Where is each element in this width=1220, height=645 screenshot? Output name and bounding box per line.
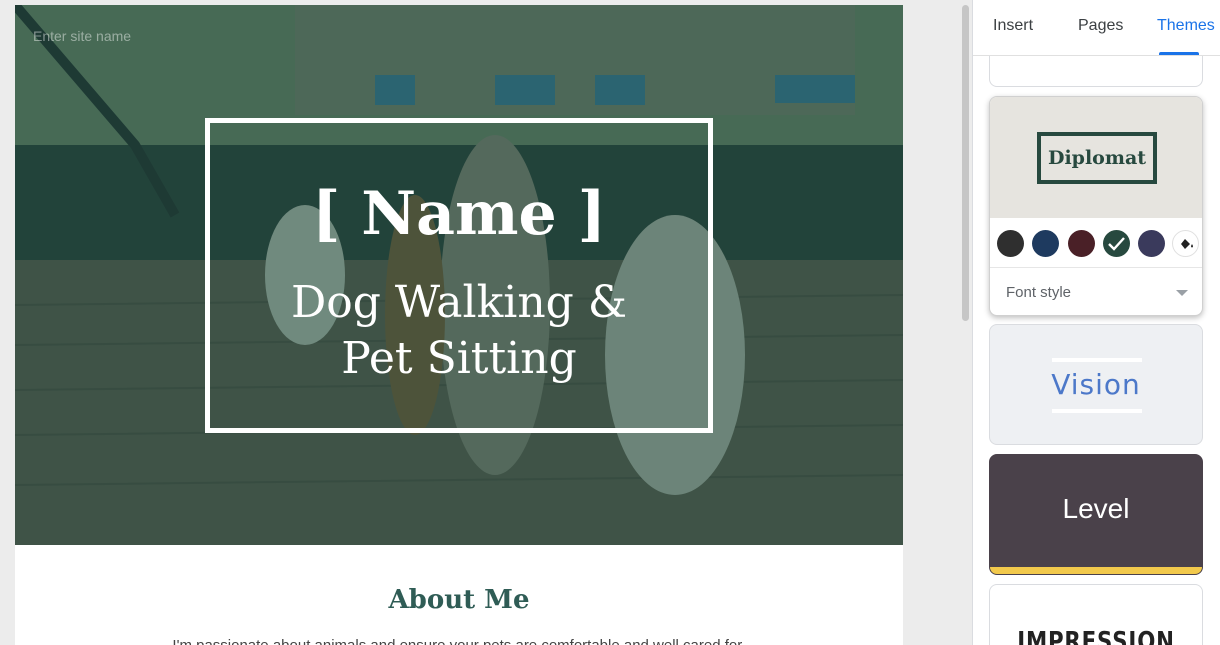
hero-name-heading[interactable]: [ Name ] [210,178,708,250]
hero-section[interactable]: [ Name ] Dog Walking & Pet Sitting [15,5,903,545]
chevron-down-icon [1176,290,1188,296]
theme-name-vision: Vision [1051,368,1141,401]
swatch-burgundy[interactable] [1068,230,1095,257]
theme-card-impression[interactable]: IMPRESSION [989,584,1203,645]
site-name-input[interactable] [33,25,333,47]
font-style-dropdown[interactable]: Font style [990,269,1202,315]
theme-card-diplomat[interactable]: Diplomat Font style [989,96,1203,316]
theme-card-level[interactable]: Level [989,454,1203,575]
hero-title-frame[interactable]: [ Name ] Dog Walking & Pet Sitting [205,118,713,433]
swatch-charcoal[interactable] [997,230,1024,257]
editor-canvas: [ Name ] Dog Walking & Pet Sitting About… [0,0,970,645]
tab-pages[interactable]: Pages [1078,17,1123,35]
paint-bucket-icon [1181,239,1193,249]
site-page: [ Name ] Dog Walking & Pet Sitting About… [15,5,903,645]
swatch-indigo[interactable] [1138,230,1165,257]
hero-tagline[interactable]: Dog Walking & Pet Sitting [210,275,708,387]
color-swatches [990,218,1202,268]
tab-insert[interactable]: Insert [993,17,1033,35]
about-section[interactable]: About Me I'm passionate about animals an… [15,545,903,645]
theme-name-impression: IMPRESSION [1017,627,1175,645]
theme-name-level: Level [1062,493,1130,524]
vision-bottom-bar [1052,409,1142,413]
check-icon [1108,237,1125,251]
about-text[interactable]: I'm passionate about animals and ensure … [15,637,903,645]
theme-name-diplomat: Diplomat [1037,132,1157,184]
active-tab-indicator [1159,52,1199,55]
font-style-label: Font style [1006,284,1072,301]
about-title[interactable]: About Me [15,585,903,615]
swatch-green-selected[interactable] [1103,230,1130,257]
canvas-scrollbar[interactable] [962,5,969,321]
panel-tabs: Insert Pages Themes [973,0,1220,56]
theme-card-vision[interactable]: Vision [989,324,1203,445]
theme-preview-diplomat[interactable]: Diplomat [990,97,1202,218]
custom-color-button[interactable] [1172,230,1199,257]
level-accent-bar [990,567,1202,574]
vision-top-bar [1052,358,1142,362]
swatch-navy[interactable] [1032,230,1059,257]
side-panel: Insert Pages Themes Diplomat Font style … [972,0,1220,645]
tab-themes[interactable]: Themes [1157,17,1215,35]
